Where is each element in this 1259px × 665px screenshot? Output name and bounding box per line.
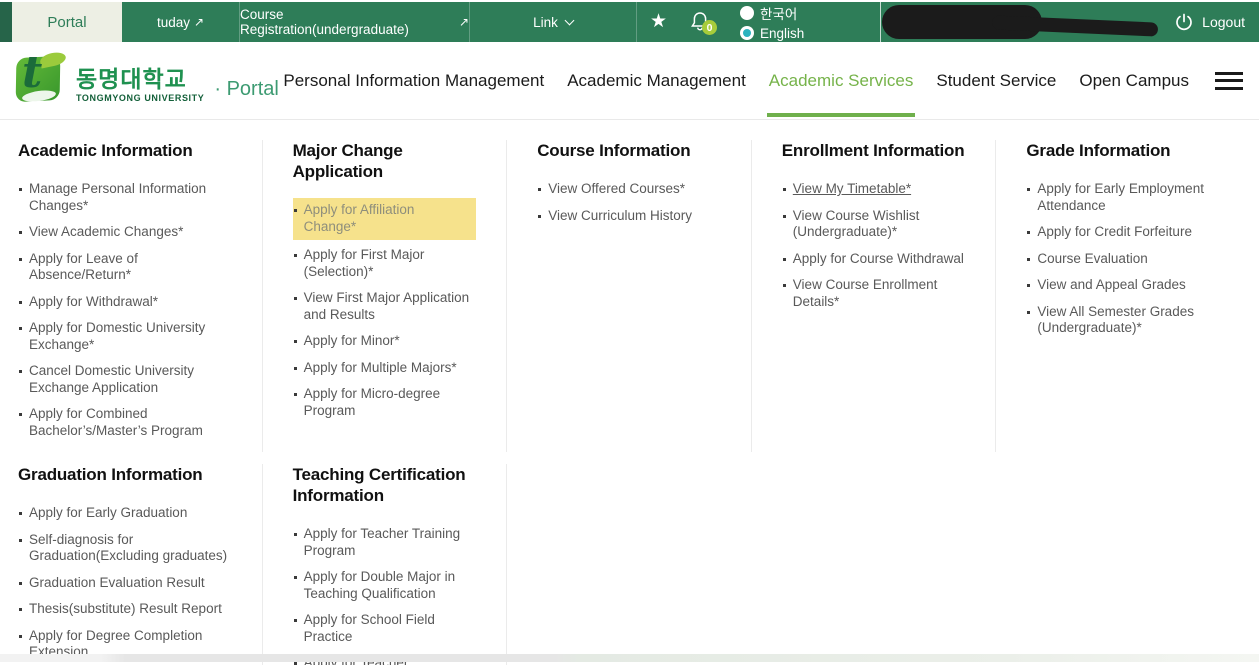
menu-section-title: Graduation Information [18,464,232,485]
language-label-korean: 한국어 [760,3,797,23]
menu-section-list: View Offered Courses* View Curriculum His… [537,181,721,224]
menu-section-list: Apply for Teacher Training Program Apply … [293,526,477,665]
menu-section-list: Apply for Early Employment Attendance App… [1026,181,1211,337]
nav-item-academic-management[interactable]: Academic Management [567,71,746,91]
nav-item-open-campus[interactable]: Open Campus [1079,71,1189,91]
topbar-divider [880,2,881,42]
menu-link-graduation-evaluation-result[interactable]: Graduation Evaluation Result [18,575,232,592]
link-dropdown[interactable]: Link [470,2,637,42]
radio-unselected-icon [740,6,754,20]
menu-section-title: Academic Information [18,140,232,161]
logout-button[interactable]: Logout [1174,2,1245,42]
menu-link-apply-for-minor[interactable]: Apply for Minor* [293,333,477,350]
menu-link-view-academic-changes[interactable]: View Academic Changes* [18,224,232,241]
nav-item-academic-services[interactable]: Academic Services [769,71,914,91]
menu-link-view-course-wishlist-undergraduate[interactable]: View Course Wishlist (Undergraduate)* [782,208,966,241]
tuday-link[interactable]: tuday ↗ [122,2,240,42]
menu-section-teaching-certification-information: Teaching Certification Information Apply … [263,464,508,665]
external-link-icon: ↗ [459,15,469,29]
menu-link-view-first-major-application-and-results[interactable]: View First Major Application and Results [293,290,477,323]
menu-link-apply-for-affiliation-change[interactable]: Apply for Affiliation Change* [293,198,477,240]
menu-link-apply-for-multiple-majors[interactable]: Apply for Multiple Majors* [293,360,477,377]
menu-section-empty [996,464,1241,665]
menu-link-view-offered-courses[interactable]: View Offered Courses* [537,181,721,198]
menu-section-empty [752,464,997,665]
menu-link-apply-for-teacher-training-program[interactable]: Apply for Teacher Training Program [293,526,477,559]
language-label-english: English [760,26,804,41]
menu-link-apply-for-double-major-in-teaching-qualification[interactable]: Apply for Double Major in Teaching Quali… [293,569,477,602]
primary-nav: Personal Information Management Academic … [283,71,1189,91]
menu-link-apply-for-early-employment-attendance[interactable]: Apply for Early Employment Attendance [1026,181,1211,214]
language-option-english[interactable]: English [740,24,804,42]
menu-section-course-information: Course InformationView Offered Courses*V… [507,140,752,452]
language-switcher: 한국어 English [740,4,804,42]
university-name-korean: 동명대학교 [76,67,204,92]
menu-section-title: Course Information [537,140,721,161]
menu-link-apply-for-credit-forfeiture[interactable]: Apply for Credit Forfeiture [1026,224,1211,241]
menu-section-title: Teaching Certification Information [293,464,477,506]
menu-link-manage-personal-information-changes[interactable]: Manage Personal Information Changes* [18,181,232,214]
menu-link-apply-for-course-withdrawal[interactable]: Apply for Course Withdrawal [782,251,966,268]
menu-link-apply-for-withdrawal[interactable]: Apply for Withdrawal* [18,294,232,311]
tuday-label: tuday [157,15,190,30]
menu-link-view-all-semester-grades-undergraduate[interactable]: View All Semester Grades (Undergraduate)… [1026,304,1211,337]
menu-link-apply-for-leave-of-absence-return[interactable]: Apply for Leave of Absence/Return* [18,251,232,284]
menu-section-title: Enrollment Information [782,140,966,161]
menu-section-empty [507,464,752,665]
menu-link-view-course-enrollment-details[interactable]: View Course Enrollment Details* [782,277,966,310]
course-registration-label: Course Registration(undergraduate) [240,7,455,37]
menu-section-list: Manage Personal Information Changes* View… [18,181,232,439]
nav-item-personal-information-management[interactable]: Personal Information Management [283,71,544,91]
menu-toggle-button[interactable] [1215,72,1243,90]
menu-section-grade-information: Grade Information Apply for Early Employm… [996,140,1241,452]
header: t 동명대학교 TONGMYONG UNIVERSITY · Portal Pe… [0,42,1259,120]
menu-link-apply-for-combined-bachelor-s-master-s-program[interactable]: Apply for Combined Bachelor’s/Master’s P… [18,406,232,439]
university-logo[interactable]: t 동명대학교 TONGMYONG UNIVERSITY · Portal [14,53,279,109]
logout-label: Logout [1202,14,1245,30]
mega-menu-row2: Graduation Information Apply for Early Gr… [0,464,1259,665]
external-link-icon: ↗ [194,15,204,29]
menu-link-view-and-appeal-grades[interactable]: View and Appeal Grades [1026,277,1211,294]
course-registration-link[interactable]: Course Registration(undergraduate) ↗ [240,2,470,42]
menu-section-list: Apply for Early Graduation Self-diagnosis… [18,505,232,661]
menu-section-title: Grade Information [1026,140,1211,161]
menu-section-title: Major Change Application [293,140,477,182]
menu-link-apply-for-micro-degree-program[interactable]: Apply for Micro-degree Program [293,386,477,419]
menu-section-enrollment-information: Enrollment Information View My Timetable*… [752,140,997,452]
topbar: Portal tuday ↗ Course Registration(under… [0,0,1259,42]
menu-link-view-my-timetable[interactable]: View My Timetable* [782,181,966,198]
nav-item-student-service[interactable]: Student Service [936,71,1056,91]
menu-section-graduation-information: Graduation Information Apply for Early Gr… [18,464,263,665]
portal-tab[interactable]: Portal [12,2,122,42]
notification-bell-icon[interactable]: 0 [690,11,720,37]
chevron-down-icon [564,15,574,25]
menu-link-apply-for-early-graduation[interactable]: Apply for Early Graduation [18,505,232,522]
menu-link-self-diagnosis-for-graduation-excluding-graduates[interactable]: Self-diagnosis for Graduation(Excluding … [18,532,232,565]
favorites-star-icon[interactable]: ★ [650,10,667,33]
footer-edge [0,654,1259,662]
language-option-korean[interactable]: 한국어 [740,4,804,22]
menu-link-apply-for-first-major-selection[interactable]: Apply for First Major (Selection)* [293,247,477,280]
menu-link-view-curriculum-history[interactable]: View Curriculum History [537,208,721,225]
mega-menu-row1: Academic Information Manage Personal Info… [0,140,1259,452]
menu-section-list: Apply for Affiliation Change* Apply for F… [293,198,477,419]
university-logo-text: 동명대학교 TONGMYONG UNIVERSITY [76,67,204,102]
radio-selected-icon [740,26,754,40]
menu-link-course-evaluation[interactable]: Course Evaluation [1026,251,1211,268]
university-name-english: TONGMYONG UNIVERSITY [76,93,204,103]
link-label: Link [533,15,558,30]
menu-section-major-change-application: Major Change Application Apply for Affili… [263,140,508,452]
menu-section-academic-information: Academic Information Manage Personal Info… [18,140,263,452]
menu-link-apply-for-domestic-university-exchange[interactable]: Apply for Domestic University Exchange* [18,320,232,353]
menu-section-list: View My Timetable* View Course Wishlist (… [782,181,966,310]
notification-badge: 0 [702,20,717,35]
menu-link-cancel-domestic-university-exchange-application[interactable]: Cancel Domestic University Exchange Appl… [18,363,232,396]
power-icon [1174,12,1194,32]
portal-suffix-label: · Portal [214,78,278,101]
university-logo-icon: t [14,53,68,107]
topbar-left-strip [0,2,12,42]
menu-link-thesis-substitute-result-report[interactable]: Thesis(substitute) Result Report [18,601,232,618]
menu-link-apply-for-school-field-practice[interactable]: Apply for School Field Practice [293,612,477,645]
